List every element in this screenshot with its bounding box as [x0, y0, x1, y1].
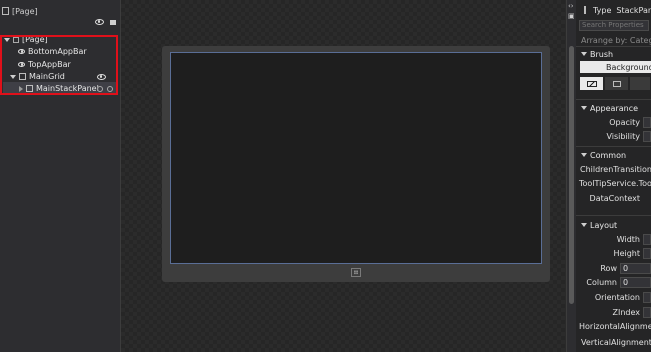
collapse-icon[interactable] — [19, 85, 23, 92]
visibility-label: Visibility — [606, 131, 640, 141]
brush-tabs — [580, 77, 651, 90]
row-input[interactable]: 0 — [620, 262, 651, 274]
column-label: Column — [586, 277, 617, 287]
appbar-icon — [18, 62, 25, 67]
element-icon — [584, 6, 586, 14]
expand-icon — [581, 223, 587, 227]
height-label: Height — [613, 248, 640, 258]
opacity-label: Opacity — [609, 117, 640, 127]
properties-panel: Type StackPanel Arrange by: Category Bru… — [576, 0, 651, 352]
pin-icon[interactable]: ▣ — [568, 12, 575, 20]
expand-icon — [581, 106, 587, 110]
stackpanel-icon — [26, 85, 33, 92]
section-title: Brush — [590, 49, 614, 59]
design-surface[interactable] — [170, 52, 542, 264]
objects-panel: [Page] [Page] BottomAppBar TopAppBar Mai… — [0, 0, 121, 352]
visibility-row: Visibility — [576, 130, 651, 142]
datacontext-label: DataContext — [589, 193, 640, 203]
vertical-alignment-label: VerticalAlignment — [581, 337, 651, 347]
background-label: Background — [606, 62, 651, 72]
tree-item-label: [Page] — [22, 35, 48, 44]
collapse-arrows-icon[interactable]: ‹› — [568, 2, 574, 10]
panel-tools — [95, 19, 116, 25]
type-value: StackPanel — [616, 5, 651, 15]
tree-item-label: BottomAppBar — [28, 47, 87, 56]
row-label: Row — [600, 263, 617, 273]
tree-item-label: MainStackPanel — [36, 84, 99, 93]
section-title: Layout — [590, 220, 618, 230]
tree-item-mainstackpanel[interactable]: MainStackPanel — [3, 82, 117, 95]
zindex-input[interactable] — [643, 306, 651, 318]
section-layout[interactable]: Layout — [581, 219, 651, 231]
height-input[interactable] — [643, 247, 651, 259]
search-properties-input[interactable] — [579, 19, 649, 31]
solid-brush-icon[interactable] — [605, 77, 628, 90]
horizontal-alignment-row[interactable]: HorizontalAlignment — [579, 320, 651, 332]
column-row: Column 0 — [576, 276, 651, 288]
lock-icon[interactable] — [110, 20, 116, 25]
orientation-select[interactable] — [643, 291, 651, 303]
artboard[interactable] — [121, 0, 565, 352]
datacontext-row[interactable]: DataContext — [576, 192, 651, 204]
divider — [576, 46, 651, 47]
root-header[interactable]: [Page] — [2, 5, 38, 17]
page-icon — [13, 36, 19, 43]
appbar-icon — [18, 49, 25, 54]
section-brush[interactable]: Brush — [581, 48, 651, 60]
orientation-row: Orientation — [576, 291, 651, 303]
type-row: Type StackPanel — [576, 4, 651, 16]
row-row: Row 0 — [576, 262, 651, 274]
opacity-row: Opacity — [576, 116, 651, 128]
section-title: Common — [590, 150, 627, 160]
device-frame — [162, 46, 550, 282]
children-transitions-row[interactable]: ChildrenTransitions (C — [580, 163, 651, 175]
expand-icon — [581, 52, 587, 56]
expand-icon[interactable] — [10, 74, 16, 79]
eye-icon[interactable] — [95, 19, 104, 25]
zindex-label: ZIndex — [612, 307, 640, 317]
column-input[interactable]: 0 — [620, 276, 651, 288]
eye-icon[interactable] — [97, 74, 106, 80]
scrollbar-thumb[interactable] — [569, 46, 574, 304]
zindex-row: ZIndex — [576, 306, 651, 318]
section-appearance[interactable]: Appearance — [581, 102, 651, 114]
width-row: Width — [576, 233, 651, 245]
expand-icon — [581, 153, 587, 157]
divider — [576, 215, 651, 216]
page-icon — [2, 7, 9, 15]
tooltip-row[interactable]: ToolTipService.ToolTip — [579, 177, 651, 189]
opacity-input[interactable] — [643, 116, 651, 128]
gradient-brush-icon[interactable] — [630, 77, 650, 90]
horizontal-alignment-label: HorizontalAlignment — [579, 321, 651, 331]
tree-item-bottomappbar[interactable]: BottomAppBar — [18, 45, 87, 58]
no-brush-icon[interactable] — [580, 77, 603, 90]
expand-icon[interactable] — [4, 37, 10, 42]
width-label: Width — [616, 234, 640, 244]
visibility-dot-icon[interactable] — [97, 86, 103, 92]
children-transitions-label: ChildrenTransitions (C — [580, 164, 651, 174]
visibility-select[interactable] — [643, 130, 651, 142]
vertical-alignment-row[interactable]: VerticalAlignment — [581, 336, 651, 348]
section-title: Appearance — [590, 103, 639, 113]
tree-item-label: TopAppBar — [28, 60, 71, 69]
height-row: Height — [576, 247, 651, 259]
background-brush-button[interactable]: Background — [580, 61, 651, 73]
type-label: Type — [593, 5, 612, 15]
search-row — [579, 19, 651, 31]
divider — [576, 99, 651, 100]
grid-icon — [19, 73, 26, 80]
lock-dot-icon[interactable] — [107, 86, 113, 92]
section-common[interactable]: Common — [581, 149, 651, 161]
divider — [576, 146, 651, 147]
arrange-by[interactable]: Arrange by: Category — [581, 34, 651, 46]
tree-item-label: MainGrid — [29, 72, 65, 81]
width-input[interactable] — [643, 233, 651, 245]
orientation-label: Orientation — [594, 292, 640, 302]
tooltip-label: ToolTipService.ToolTip — [579, 178, 651, 188]
windows-logo-icon — [351, 268, 361, 277]
root-header-label: [Page] — [12, 6, 38, 16]
